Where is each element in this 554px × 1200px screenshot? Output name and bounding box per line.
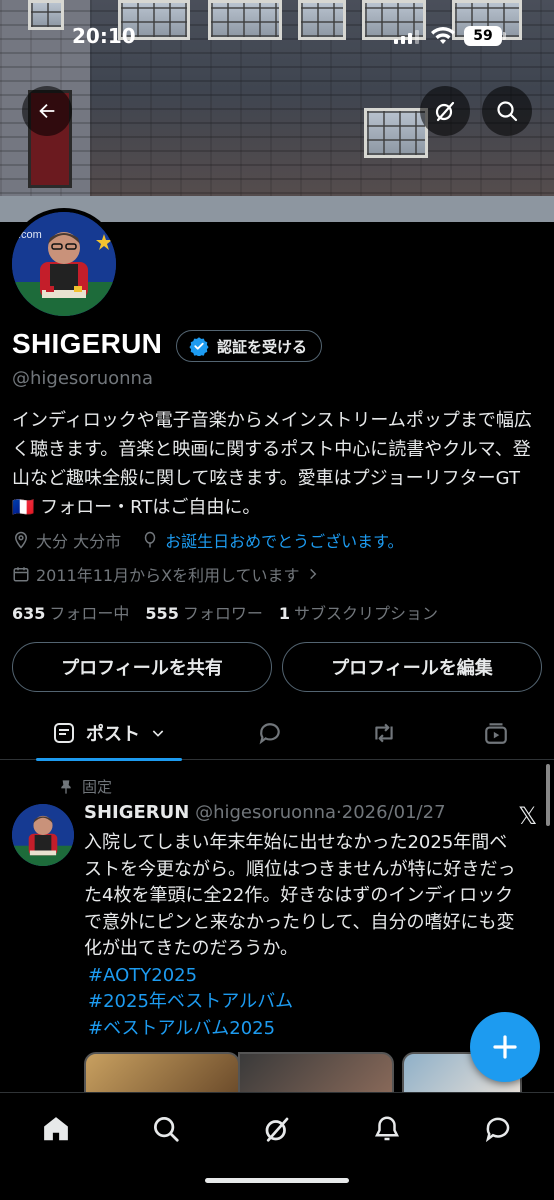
battery-indicator: 59	[464, 26, 506, 46]
plus-icon	[493, 1035, 517, 1059]
pinned-label: 固定	[82, 778, 113, 796]
nav-search[interactable]	[146, 1109, 186, 1149]
subscriptions-link[interactable]: 1 サブスクリプション	[279, 600, 438, 624]
profile-meta-row: 大分 大分市 お誕生日おめでとうございます。	[12, 528, 404, 552]
grok-icon	[435, 101, 455, 122]
profile-name: SHIGERUN	[12, 328, 163, 359]
nav-messages[interactable]	[478, 1109, 518, 1149]
grok-button[interactable]	[420, 86, 470, 136]
pin-icon	[61, 779, 71, 794]
hashtag-link[interactable]: #ベストアルバム2025	[88, 1016, 524, 1043]
verified-badge-icon	[189, 337, 209, 356]
tab-reposts[interactable]	[362, 706, 406, 760]
svg-text:.com: .com	[18, 229, 42, 241]
profile-handle: @higesoruonna	[12, 368, 153, 389]
get-verified-button[interactable]: 認証を受ける	[176, 330, 323, 362]
share-profile-button[interactable]: プロフィールを共有	[12, 642, 272, 692]
hashtag-link[interactable]: #AOTY2025	[88, 963, 524, 990]
active-tab-indicator	[36, 758, 182, 761]
tab-replies[interactable]	[248, 706, 292, 760]
following-link[interactable]: 635 フォロー中	[12, 600, 129, 624]
home-indicator[interactable]	[205, 1178, 349, 1183]
post-text: 入院してしまい年末年始に出せなかった2025年間ベストを今更ながら。順位はつきま…	[84, 832, 516, 959]
following-label: フォロー中	[49, 604, 130, 623]
tab-posts[interactable]: ポスト	[36, 706, 182, 761]
bottom-navigation	[0, 1092, 554, 1200]
status-time: 20:10	[72, 24, 136, 48]
banner-window	[364, 108, 428, 158]
followers-link[interactable]: 555 フォロワー	[145, 600, 262, 624]
post-author-avatar[interactable]	[12, 804, 74, 866]
posts-icon	[54, 723, 74, 743]
calendar-icon	[13, 567, 29, 582]
tab-media[interactable]	[474, 706, 518, 760]
avatar-photo: .com	[12, 212, 116, 316]
chevron-right-icon	[309, 568, 316, 580]
scrollbar[interactable]	[546, 764, 550, 826]
back-button[interactable]	[22, 86, 72, 136]
search-button[interactable]	[482, 86, 532, 136]
status-bar: 20:10 59	[0, 22, 554, 52]
nav-grok[interactable]	[257, 1109, 297, 1149]
chat-icon	[485, 1117, 510, 1143]
search-icon	[154, 1117, 179, 1142]
followers-count: 555	[145, 604, 179, 623]
home-icon	[44, 1117, 68, 1141]
post-author-name[interactable]: SHIGERUN	[84, 802, 189, 823]
profile-tabs: ポスト	[0, 706, 554, 761]
media-icon	[485, 723, 507, 744]
cellular-signal-icon	[394, 28, 419, 44]
pinned-indicator: 固定	[58, 776, 112, 797]
followers-label: フォロワー	[182, 604, 263, 623]
grok-icon	[265, 1117, 289, 1142]
profile-bio: インディロックや電子音楽からメインストリームポップまで幅広く聴きます。音楽と映画…	[12, 410, 532, 518]
compose-button[interactable]	[470, 1012, 540, 1082]
nav-home[interactable]	[36, 1109, 76, 1149]
post-date[interactable]: ·2026/01/27	[336, 802, 445, 823]
profile-avatar[interactable]: .com	[8, 208, 120, 320]
birthday-message: お誕生日おめでとうございます。	[165, 532, 404, 551]
following-count: 635	[12, 604, 46, 623]
x-logo-icon: 𝕏	[518, 802, 538, 830]
reply-icon	[259, 723, 280, 745]
profile-location: 大分 大分市	[36, 532, 122, 551]
post-author-handle[interactable]: @higesoruonna	[195, 802, 336, 823]
wifi-icon	[431, 27, 455, 44]
balloon-icon	[144, 531, 156, 548]
post-header: SHIGERUN @higesoruonna·2026/01/27	[84, 802, 446, 823]
subscriptions-count: 1	[278, 604, 290, 623]
avatar-photo	[12, 804, 74, 866]
repost-icon	[375, 723, 393, 743]
follow-counts: 635 フォロー中 555 フォロワー 1 サブスクリプション	[12, 600, 438, 624]
tab-posts-label: ポスト	[86, 724, 140, 745]
post-body: 入院してしまい年末年始に出せなかった2025年間ベストを今更ながら。順位はつきま…	[84, 830, 524, 1042]
get-verified-label: 認証を受ける	[217, 337, 308, 356]
joined-date-row[interactable]: 2011年11月からXを利用しています	[12, 562, 320, 586]
back-arrow-icon	[39, 103, 55, 119]
subscriptions-label: サブスクリプション	[293, 604, 438, 623]
hashtag-link[interactable]: #2025年ベストアルバム	[88, 989, 524, 1016]
joined-date: 2011年11月からXを利用しています	[36, 566, 300, 585]
bell-icon	[374, 1116, 400, 1141]
search-icon	[497, 101, 518, 122]
location-pin-icon	[14, 531, 28, 549]
edit-profile-button[interactable]: プロフィールを編集	[282, 642, 542, 692]
nav-notifications[interactable]	[367, 1109, 407, 1149]
chevron-down-icon	[152, 730, 164, 737]
